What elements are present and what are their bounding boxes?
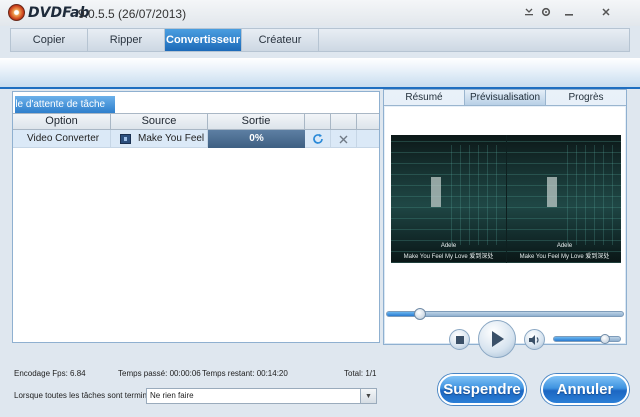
- column-sortie[interactable]: Sortie: [208, 114, 305, 129]
- gear-icon[interactable]: [538, 4, 554, 20]
- remove-task-icon[interactable]: [331, 130, 357, 148]
- queue-header: Option Source Sortie: [13, 113, 379, 130]
- refresh-icon[interactable]: [305, 130, 331, 148]
- queue-title-text: File d'attente de tâche: [15, 99, 106, 110]
- play-button[interactable]: [478, 320, 516, 358]
- close-icon[interactable]: [598, 4, 614, 20]
- after-tasks-select[interactable]: Ne rien faire ▼: [146, 388, 377, 404]
- video-frame-output: Adele Make You Feel My Love 爱到深处: [507, 135, 621, 263]
- preview-panel: Résumé Prévisualisation Progrès Adele Ma…: [383, 89, 627, 345]
- tab-previsualisation[interactable]: Prévisualisation: [464, 90, 546, 105]
- tab-copier[interactable]: Copier: [11, 29, 88, 51]
- tab-progres[interactable]: Progrès: [546, 90, 626, 105]
- volume-button[interactable]: [524, 329, 545, 350]
- volume-slider[interactable]: [553, 334, 621, 344]
- chevron-down-icon[interactable]: ▼: [360, 389, 376, 403]
- tab-resume[interactable]: Résumé: [384, 90, 464, 105]
- status-elapsed: Temps passé: 00:00:06: [118, 369, 201, 378]
- column-remove: [331, 114, 357, 129]
- column-source[interactable]: Source: [111, 114, 208, 129]
- tab-createur[interactable]: Créateur: [242, 29, 319, 51]
- row-source-text: Make You Feel ...: [138, 133, 208, 144]
- column-option[interactable]: Option: [13, 114, 111, 129]
- row-option: Video Converter: [13, 130, 111, 148]
- subtitle-line-2-output: Make You Feel My Love 爱到深处: [519, 254, 610, 260]
- status-total: Total: 1/1: [344, 369, 377, 378]
- after-tasks-value: Ne rien faire: [150, 391, 194, 400]
- main-tab-bar: Copier Ripper Convertisseur Créateur: [10, 28, 630, 52]
- film-icon: [120, 134, 131, 144]
- cancel-button[interactable]: Annuler: [541, 374, 629, 405]
- stop-icon: [455, 335, 464, 344]
- play-icon: [492, 331, 504, 347]
- video-frame-source: Adele Make You Feel My Love 爱到深处: [391, 135, 506, 263]
- menu-icon[interactable]: [521, 4, 537, 20]
- suspend-button[interactable]: Suspendre: [438, 374, 526, 405]
- queue-title: File d'attente de tâche: [15, 96, 115, 113]
- tab-ripper[interactable]: Ripper: [88, 29, 165, 51]
- table-row[interactable]: Video Converter Make You Feel ... 0%: [13, 130, 379, 148]
- column-refresh: [305, 114, 331, 129]
- row-source: Make You Feel ...: [111, 130, 208, 148]
- title-bar: DVDFab 9.0.5.5 (26/07/2013): [0, 0, 640, 26]
- column-pad: [357, 114, 379, 129]
- status-fps: Encodage Fps: 6.84: [14, 369, 86, 378]
- task-queue-panel: File d'attente de tâche Option Source So…: [12, 91, 380, 343]
- volume-fill: [554, 337, 606, 341]
- subtitle-line-2: Make You Feel My Love 爱到深处: [403, 254, 494, 260]
- dvdfab-logo-icon: [8, 4, 25, 21]
- stop-button[interactable]: [449, 329, 470, 350]
- row-pad: [357, 130, 379, 148]
- seek-handle[interactable]: [414, 308, 427, 320]
- tab-convertisseur[interactable]: Convertisseur: [165, 29, 242, 51]
- after-tasks-label: Lorsque toutes les tâches sont terminées…: [14, 391, 163, 400]
- app-version: 9.0.5.5 (26/07/2013): [78, 7, 187, 21]
- right-tab-bar: Résumé Prévisualisation Progrès: [384, 90, 626, 106]
- speaker-icon: [529, 334, 539, 345]
- subtitle-line-1: Adele: [440, 243, 457, 249]
- minimize-icon[interactable]: [561, 4, 577, 20]
- status-remaining: Temps restant: 00:14:20: [202, 369, 288, 378]
- subtitle-line-1-output: Adele: [556, 243, 573, 249]
- header-band: [0, 58, 640, 89]
- seek-slider[interactable]: [386, 308, 624, 320]
- row-progress: 0%: [208, 130, 305, 148]
- video-preview: Adele Make You Feel My Love 爱到深处 Adele M…: [391, 135, 621, 263]
